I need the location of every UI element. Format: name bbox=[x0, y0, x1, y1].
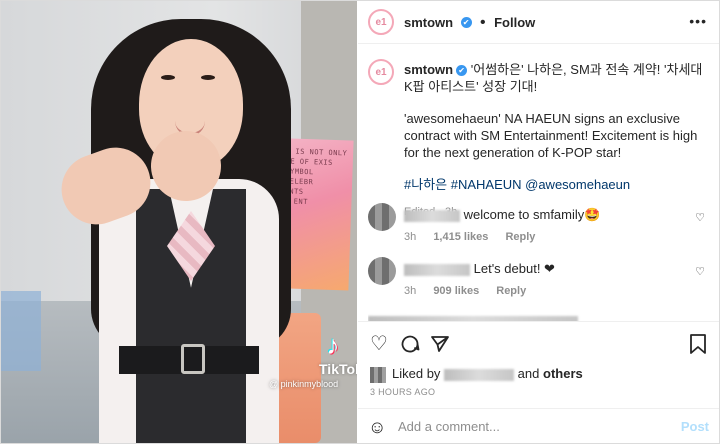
instagram-post-window: LIGHT IS NOT ONLY SOURCE OF EXIS BUT SYM… bbox=[0, 0, 720, 444]
comment-time: 3h bbox=[404, 285, 417, 297]
post-comment-button[interactable]: Post bbox=[681, 419, 709, 434]
post-media[interactable]: LIGHT IS NOT ONLY SOURCE OF EXIS BUT SYM… bbox=[1, 1, 357, 443]
blue-bench bbox=[1, 291, 41, 371]
liked-by-others[interactable]: others bbox=[543, 366, 583, 381]
tiktok-watermark: TikTok bbox=[319, 361, 357, 377]
comment-likes[interactable]: 909 likes bbox=[433, 285, 479, 297]
comment-1: welcome to smfamily🤩 3h 1,415 likes Repl… bbox=[368, 203, 713, 261]
caption-avatar[interactable]: e1 bbox=[368, 59, 394, 85]
like-heart-icon[interactable]: ♡ bbox=[370, 334, 388, 354]
save-bookmark-icon[interactable] bbox=[689, 334, 707, 358]
eye-left bbox=[161, 75, 175, 80]
caption-korean-line: smtown ✔ '어썸하은' 나하은, SM과 전속 계약! '차세대 K팝 아… bbox=[404, 61, 710, 95]
emoji-icon[interactable]: ☺ bbox=[368, 417, 386, 438]
blurred-username bbox=[404, 209, 460, 222]
post-actions: ♡ Liked by and others 3 HOURS AGO ☺ Add … bbox=[358, 321, 719, 442]
verified-icon: ✔ bbox=[460, 17, 472, 29]
caption-hashtags[interactable]: #나하은 #NAHAEUN @awesomehaeun bbox=[404, 176, 710, 193]
liked-by: Liked by and others bbox=[370, 366, 583, 383]
comment-like-heart-icon[interactable]: ♡ bbox=[695, 265, 705, 278]
tiktok-icon: ♪ bbox=[326, 330, 340, 360]
blurred-liker-name bbox=[444, 368, 515, 381]
post-timestamp[interactable]: 3 HOURS AGO bbox=[370, 387, 435, 397]
caption: smtown ✔ '어썸하은' 나하은, SM과 전속 계약! '차세대 K팝 아… bbox=[404, 61, 710, 221]
comment-avatar[interactable] bbox=[368, 257, 396, 285]
comment-meta: 3h 1,415 likes Reply bbox=[404, 231, 549, 243]
tiktok-handle: @ pinkinmyblood bbox=[269, 379, 339, 389]
caption-english: 'awesomehaeun' NA HAEUN signs an exclusi… bbox=[404, 111, 698, 160]
comment-text: Let's debut! ❤ bbox=[473, 261, 555, 276]
comment-bubble-icon[interactable] bbox=[400, 334, 420, 358]
share-paper-plane-icon[interactable] bbox=[430, 334, 450, 358]
caption-verified-icon: ✔ bbox=[456, 65, 468, 77]
comment-time: 3h bbox=[404, 231, 417, 243]
comment-reply-button[interactable]: Reply bbox=[505, 231, 535, 243]
belt-buckle bbox=[181, 344, 205, 374]
comment-text: welcome to smfamily🤩 bbox=[463, 207, 601, 222]
add-comment-bar: ☺ Add a comment... Post bbox=[358, 408, 719, 443]
liked-by-and: and bbox=[517, 366, 540, 381]
caption-avatar-logo: e1 bbox=[375, 66, 387, 78]
comment-avatar[interactable] bbox=[368, 203, 396, 231]
comment-like-heart-icon[interactable]: ♡ bbox=[695, 211, 705, 224]
follow-button[interactable]: Follow bbox=[494, 15, 535, 30]
liker-avatar[interactable] bbox=[370, 366, 386, 383]
caption-username[interactable]: smtown bbox=[404, 62, 453, 77]
comment-body: welcome to smfamily🤩 bbox=[404, 207, 600, 223]
liked-by-prefix: Liked by bbox=[392, 366, 441, 381]
comment-reply-button[interactable]: Reply bbox=[496, 285, 526, 297]
comment-3-partial bbox=[368, 311, 698, 321]
header-username[interactable]: smtown bbox=[404, 15, 453, 30]
comment-2: Let's debut! ❤ 3h 909 likes Reply ♡ bbox=[368, 257, 713, 315]
post-header: e1 smtown ✔ • Follow ••• bbox=[358, 1, 719, 44]
comment-likes[interactable]: 1,415 likes bbox=[433, 231, 488, 243]
add-comment-input[interactable]: Add a comment... bbox=[398, 419, 500, 434]
header-user: smtown ✔ • Follow bbox=[404, 14, 535, 32]
more-options-icon[interactable]: ••• bbox=[689, 13, 707, 29]
comment-meta: 3h 909 likes Reply bbox=[404, 285, 540, 297]
avatar-logo: e1 bbox=[375, 16, 387, 28]
account-avatar[interactable]: e1 bbox=[368, 9, 394, 35]
post-sidebar: e1 smtown ✔ • Follow ••• e1 smtown ✔ '어썸하… bbox=[358, 1, 719, 443]
comment-body: Let's debut! ❤ bbox=[404, 261, 555, 277]
separator-dot: • bbox=[480, 14, 486, 31]
eye-right bbox=[201, 75, 215, 80]
blurred-username bbox=[404, 263, 470, 276]
